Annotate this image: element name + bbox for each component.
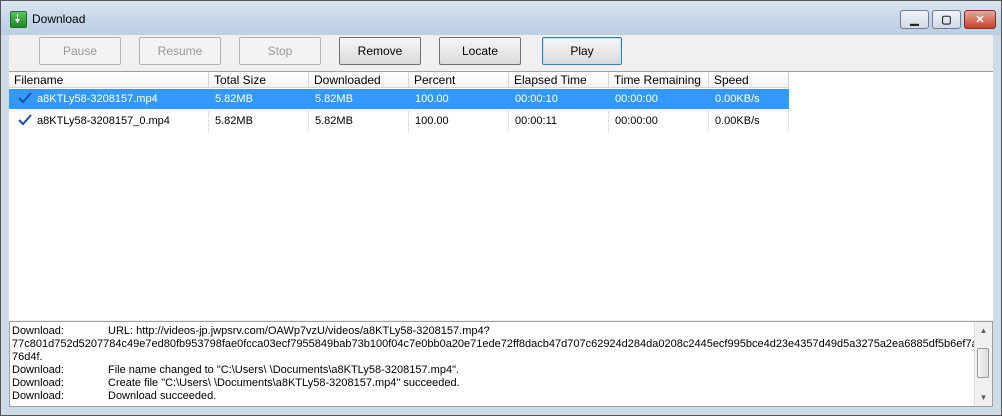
filename-cell: a8KTLy58-3208157_0.mp4 — [37, 115, 170, 127]
log-message: File name changed to "C:\Users\ \Documen… — [108, 364, 460, 376]
log-scrollbar[interactable]: ▲ ▼ — [974, 322, 992, 406]
column-header-total-size[interactable]: Total Size — [209, 72, 309, 88]
log-message: Download succeeded. — [108, 390, 217, 402]
column-header-downloaded[interactable]: Downloaded — [309, 72, 409, 88]
play-button[interactable]: Play — [542, 37, 622, 65]
elapsed-time-cell: 00:00:11 — [515, 115, 558, 127]
scroll-up-arrow-icon[interactable]: ▲ — [975, 322, 992, 339]
log-message: Create file "C:\Users\ \Documents\a8KTLy… — [108, 377, 460, 389]
table-row[interactable]: a8KTLy58-3208157.mp4 5.82MB 5.82MB 100.0… — [9, 89, 993, 109]
checkmark-icon — [18, 114, 32, 126]
percent-cell: 100.00 — [415, 93, 449, 105]
total-size-cell: 5.82MB — [215, 115, 253, 127]
log-source: Download: — [12, 364, 64, 376]
scroll-down-arrow-icon[interactable]: ▼ — [975, 389, 992, 406]
close-icon: ✕ — [975, 14, 985, 26]
column-header-time-remaining[interactable]: Time Remaining — [609, 72, 709, 88]
minimize-button[interactable]: ▁ — [900, 10, 929, 29]
caption-buttons: ▁ ▢ ✕ — [897, 10, 996, 29]
window-title: Download — [32, 12, 86, 26]
download-window: Download ▁ ▢ ✕ Pause Resume Stop Remove … — [0, 0, 1002, 416]
percent-cell: 100.00 — [415, 115, 449, 127]
total-size-cell: 5.82MB — [215, 93, 253, 105]
speed-cell: 0.00KB/s — [715, 115, 760, 127]
log-line: 76d4f. — [12, 351, 43, 364]
filename-cell: a8KTLy58-3208157.mp4 — [37, 93, 158, 105]
log-line: Download: Download succeeded. — [12, 390, 216, 403]
log-panel[interactable]: Download: URL: http://videos-jp.jwpsrv.co… — [9, 321, 993, 407]
log-line: Download: URL: http://videos-jp.jwpsrv.co… — [12, 325, 490, 338]
log-line: 77c801d752d5207784c49e7ed80fb953798fae0f… — [12, 338, 984, 351]
locate-button[interactable]: Locate — [439, 37, 521, 65]
pause-button[interactable]: Pause — [39, 37, 121, 65]
elapsed-time-cell: 00:00:10 — [515, 93, 558, 105]
speed-cell: 0.00KB/s — [715, 93, 760, 105]
column-header-percent[interactable]: Percent — [409, 72, 509, 88]
log-line: Download: Create file "C:\Users\ \Documen… — [12, 377, 460, 390]
log-message: 77c801d752d5207784c49e7ed80fb953798fae0f… — [12, 338, 984, 350]
scroll-thumb[interactable] — [977, 348, 989, 378]
minimize-icon: ▁ — [910, 14, 919, 26]
column-header-elapsed-time[interactable]: Elapsed Time — [509, 72, 609, 88]
log-source: Download: — [12, 390, 64, 402]
maximize-icon: ▢ — [941, 14, 952, 26]
column-header-speed[interactable]: Speed — [709, 72, 789, 88]
downloaded-cell: 5.82MB — [315, 93, 353, 105]
toolbar: Pause Resume Stop Remove Locate Play — [9, 35, 993, 70]
log-message: URL: http://videos-jp.jwpsrv.com/OAWp7vz… — [108, 325, 490, 337]
list-header: Filename Total Size Downloaded Percent E… — [9, 72, 993, 89]
remove-button[interactable]: Remove — [339, 37, 421, 65]
close-button[interactable]: ✕ — [964, 10, 996, 29]
downloaded-cell: 5.82MB — [315, 115, 353, 127]
stop-button[interactable]: Stop — [239, 37, 321, 65]
title-bar[interactable]: Download ▁ ▢ ✕ — [1, 1, 1001, 35]
column-header-filename[interactable]: Filename — [9, 72, 209, 88]
log-message: 76d4f. — [12, 351, 43, 363]
log-line: Download: File name changed to "C:\Users\… — [12, 364, 459, 377]
log-source: Download: — [12, 377, 64, 389]
time-remaining-cell: 00:00:00 — [615, 93, 658, 105]
download-arrow-icon — [10, 11, 27, 28]
table-row[interactable]: a8KTLy58-3208157_0.mp4 5.82MB 5.82MB 100… — [9, 111, 789, 131]
resume-button[interactable]: Resume — [139, 37, 221, 65]
column-separator — [788, 111, 789, 131]
maximize-button[interactable]: ▢ — [932, 10, 961, 29]
checkmark-icon — [18, 92, 32, 104]
time-remaining-cell: 00:00:00 — [615, 115, 658, 127]
client-area: Pause Resume Stop Remove Locate Play Fil… — [9, 35, 993, 407]
download-list[interactable]: Filename Total Size Downloaded Percent E… — [9, 71, 993, 320]
log-source: Download: — [12, 325, 64, 337]
